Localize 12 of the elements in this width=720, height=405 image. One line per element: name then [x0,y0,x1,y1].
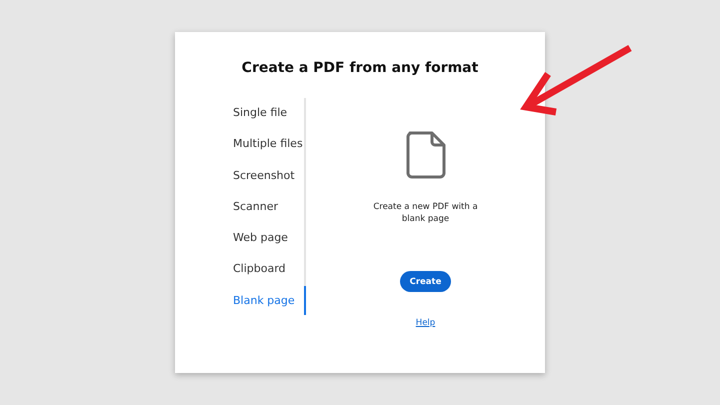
sidebar-item[interactable]: Single file [233,98,304,127]
sidebar-item[interactable]: Screenshot [233,160,304,190]
dialog-title: Create a PDF from any format [240,59,480,77]
sidebar-item[interactable]: Clipboard [233,254,304,284]
create-button[interactable]: Create [400,271,452,292]
document-icon [406,131,446,179]
sidebar-item[interactable]: Web page [233,223,304,252]
sidebar-item[interactable]: Scanner [233,192,304,221]
sidebar-item[interactable]: Multiple files [233,129,304,158]
description-text: Create a new PDF with a blank page [372,201,479,225]
sidebar-item[interactable]: Blank page [233,286,306,315]
help-link[interactable]: Help [416,318,436,328]
